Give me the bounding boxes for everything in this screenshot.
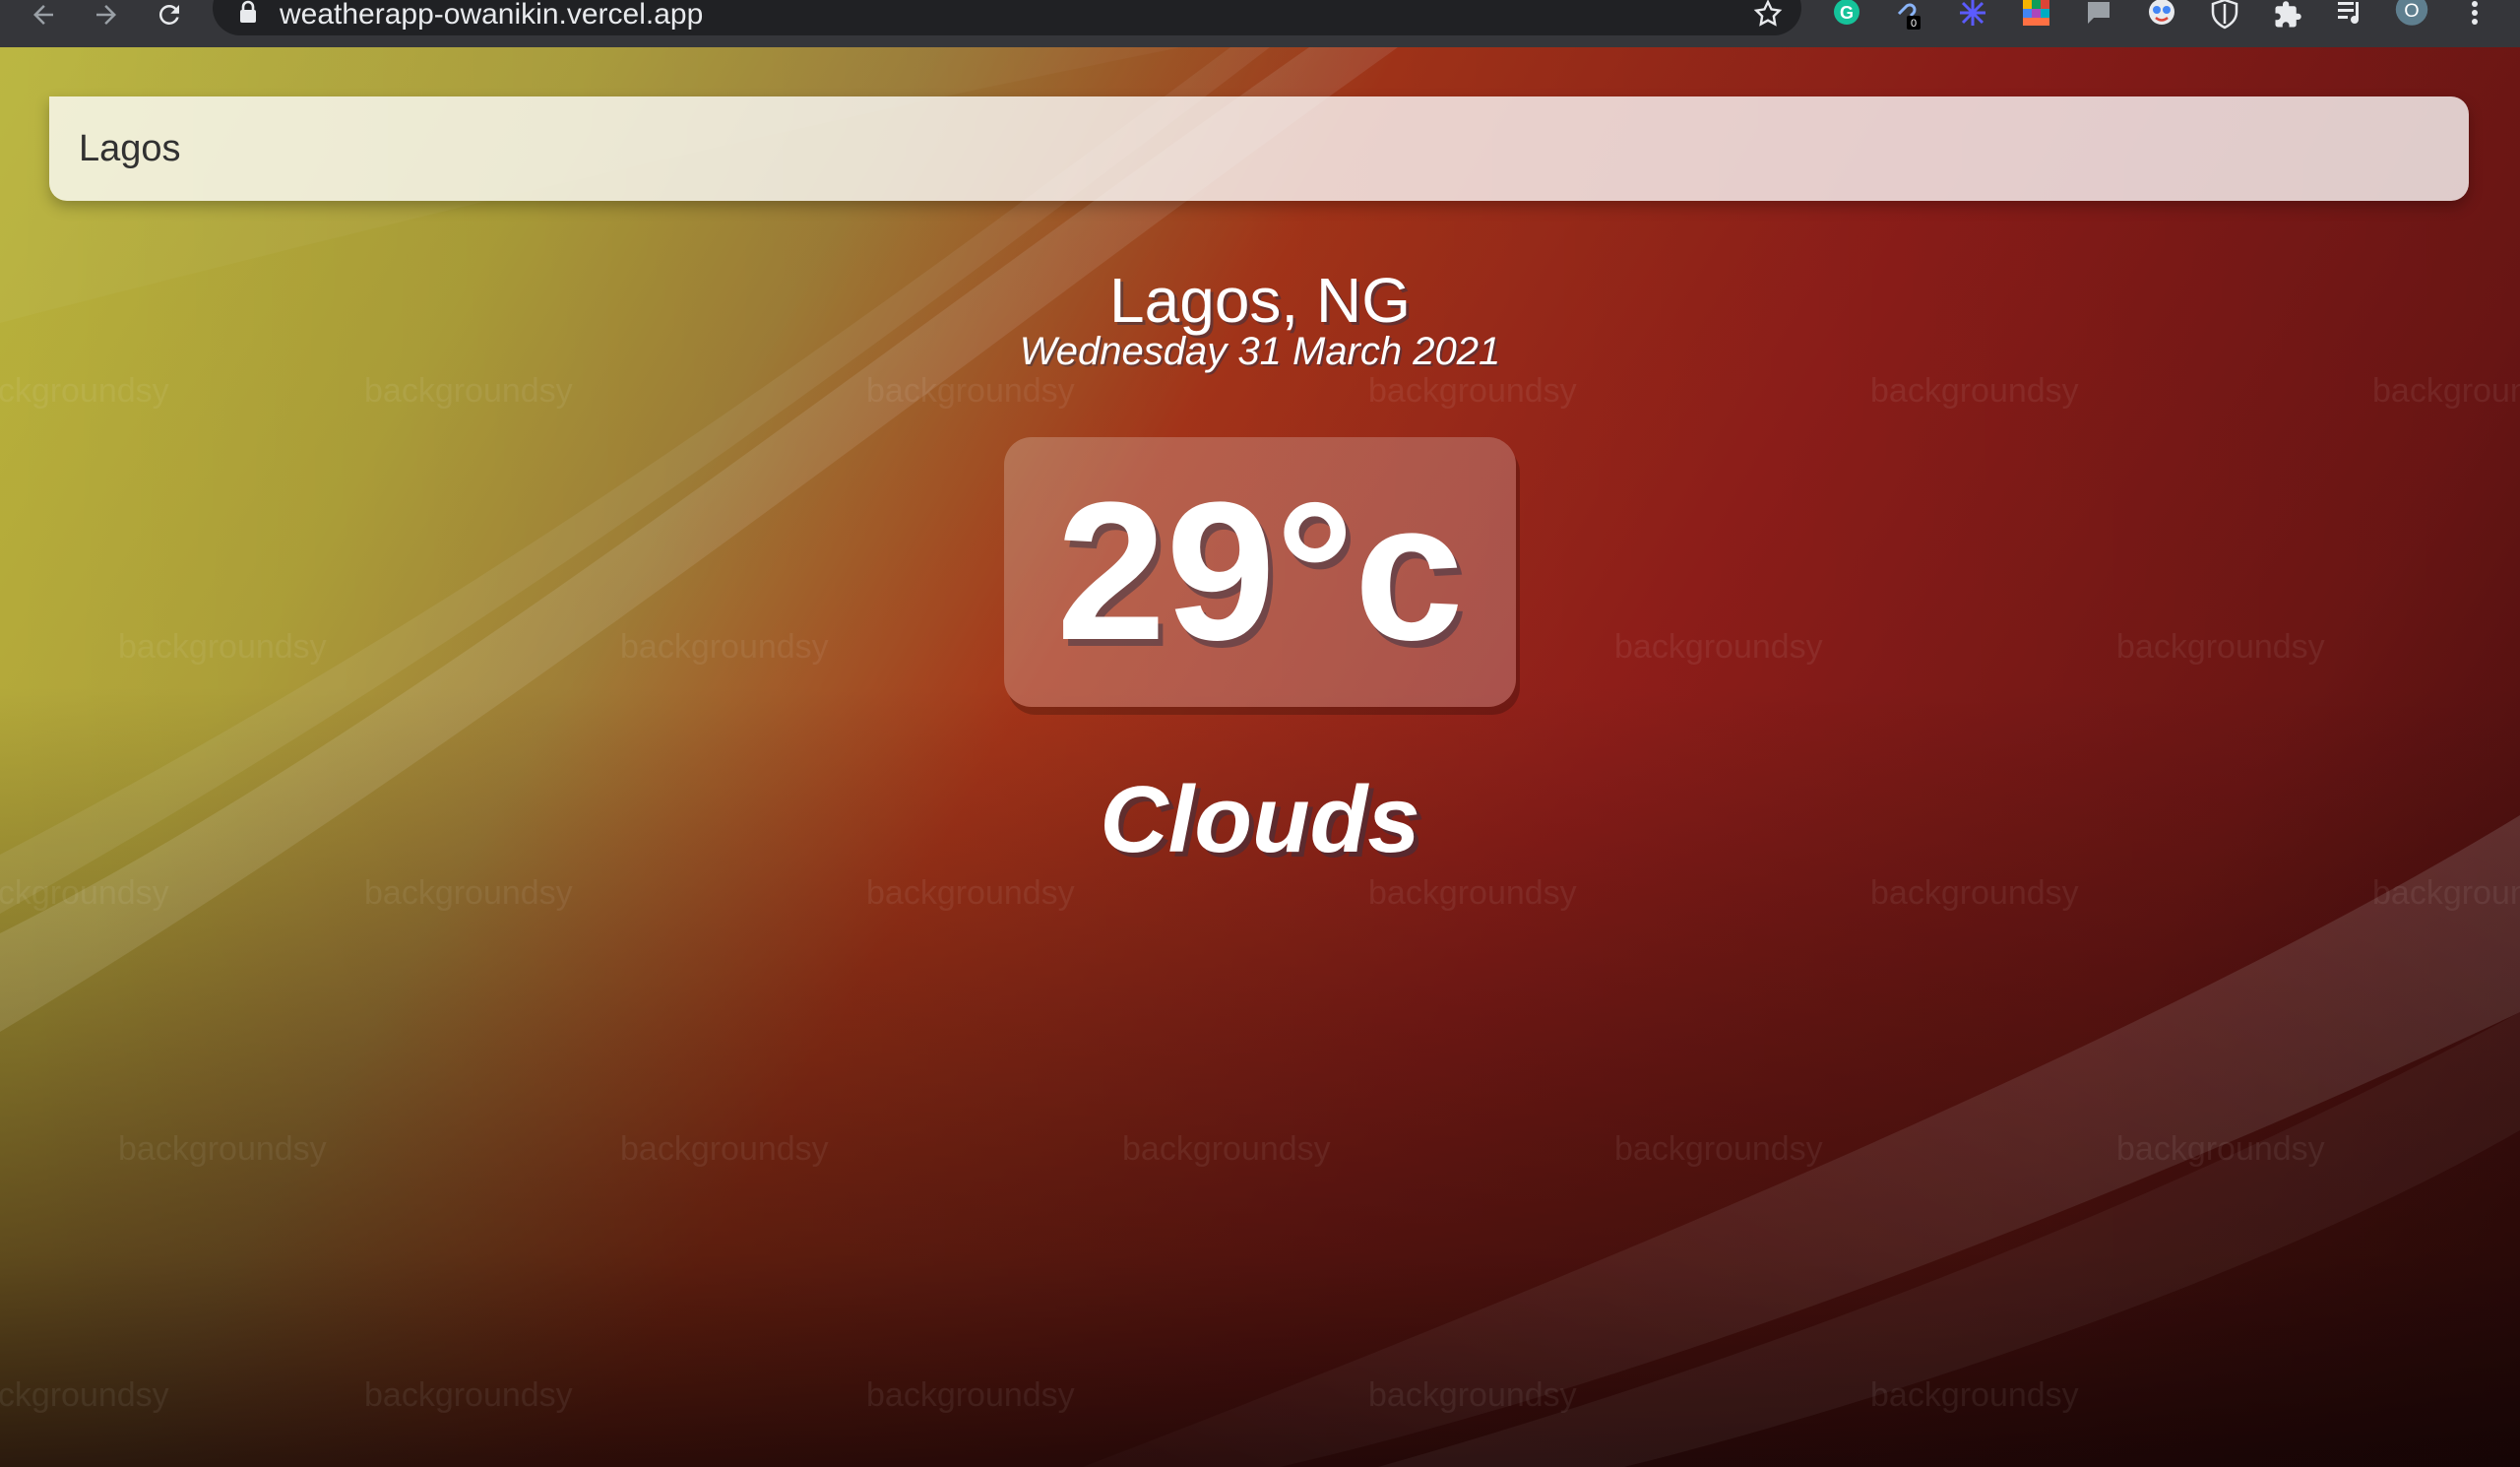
svg-text:0: 0 bbox=[1911, 18, 1917, 30]
watermark: backgroundsy bbox=[620, 1130, 829, 1168]
location-title: Lagos, NG bbox=[1109, 265, 1411, 336]
link-extension-icon[interactable]: 0 bbox=[1892, 0, 1927, 30]
chat-extension-icon[interactable] bbox=[2081, 0, 2116, 30]
watermark: backgroundsy bbox=[1368, 372, 1577, 410]
watermark: backgroundsy bbox=[866, 874, 1075, 912]
watermark: backgroundsy bbox=[118, 628, 327, 666]
watermark: backgroundsy bbox=[0, 372, 169, 410]
profile-avatar[interactable]: O bbox=[2394, 0, 2429, 30]
watermark: backgroundsy bbox=[1614, 628, 1823, 666]
asterisk-extension-icon[interactable] bbox=[1955, 0, 1990, 30]
arrow-right-icon bbox=[96, 5, 116, 25]
shield-extension-icon[interactable] bbox=[2207, 0, 2242, 30]
color-grid-extension-icon[interactable] bbox=[2018, 0, 2053, 30]
url-text: weatherapp-owanikin.vercel.app bbox=[280, 0, 704, 31]
watermark: backgroundsy bbox=[364, 1376, 573, 1414]
weather-condition: Clouds bbox=[1100, 767, 1420, 872]
forward-button[interactable] bbox=[87, 0, 126, 30]
watermark: backgroundsy bbox=[1614, 1130, 1823, 1168]
watermark: backgroundsy bbox=[364, 372, 573, 410]
grammarly-icon[interactable]: G bbox=[1829, 0, 1864, 30]
lock-icon bbox=[240, 0, 256, 23]
watermark: backgroundsy bbox=[118, 1130, 327, 1168]
menu-kebab-icon[interactable] bbox=[2457, 0, 2492, 30]
watermark: backgroundsy bbox=[364, 874, 573, 912]
face-extension-icon[interactable] bbox=[2144, 0, 2179, 30]
svg-text:O: O bbox=[2404, 0, 2419, 22]
weather-app-page: backgroundsy backgroundsy backgroundsy b… bbox=[0, 47, 2520, 1467]
watermark: backgroundsy bbox=[866, 372, 1075, 410]
background-sheen bbox=[0, 47, 2520, 1467]
playlist-icon[interactable] bbox=[2333, 0, 2368, 30]
puzzle-icon[interactable] bbox=[2270, 0, 2305, 30]
watermark: backgroundsy bbox=[2372, 874, 2520, 912]
watermark: backgroundsy bbox=[620, 628, 829, 666]
search-input[interactable] bbox=[49, 96, 2469, 201]
watermark: backgroundsy bbox=[0, 1376, 169, 1414]
arrow-left-icon bbox=[33, 5, 53, 25]
svg-text:G: G bbox=[1840, 3, 1854, 23]
reload-icon bbox=[158, 4, 179, 25]
temperature-value: 29°c bbox=[1056, 462, 1464, 681]
back-button[interactable] bbox=[24, 0, 63, 30]
watermark: backgroundsy bbox=[0, 874, 169, 912]
browser-toolbar: weatherapp-owanikin.vercel.app G 0 O bbox=[0, 0, 2520, 47]
date-text: Wednesday 31 March 2021 bbox=[1019, 330, 1501, 373]
star-bookmark-icon[interactable] bbox=[1752, 0, 1784, 30]
address-bar[interactable]: weatherapp-owanikin.vercel.app bbox=[213, 0, 1801, 35]
watermark: backgroundsy bbox=[2116, 1130, 2325, 1168]
watermark: backgroundsy bbox=[866, 1376, 1075, 1414]
watermark: backgroundsy bbox=[2372, 372, 2520, 410]
watermark: backgroundsy bbox=[2116, 628, 2325, 666]
watermark: backgroundsy bbox=[1122, 1130, 1331, 1168]
watermark: backgroundsy bbox=[1870, 874, 2079, 912]
temperature-box: 29°c bbox=[1004, 437, 1516, 707]
reload-button[interactable] bbox=[150, 0, 189, 30]
watermark: backgroundsy bbox=[1870, 372, 2079, 410]
watermark: backgroundsy bbox=[1368, 1376, 1577, 1414]
watermark: backgroundsy bbox=[1368, 874, 1577, 912]
watermark: backgroundsy bbox=[1870, 1376, 2079, 1414]
